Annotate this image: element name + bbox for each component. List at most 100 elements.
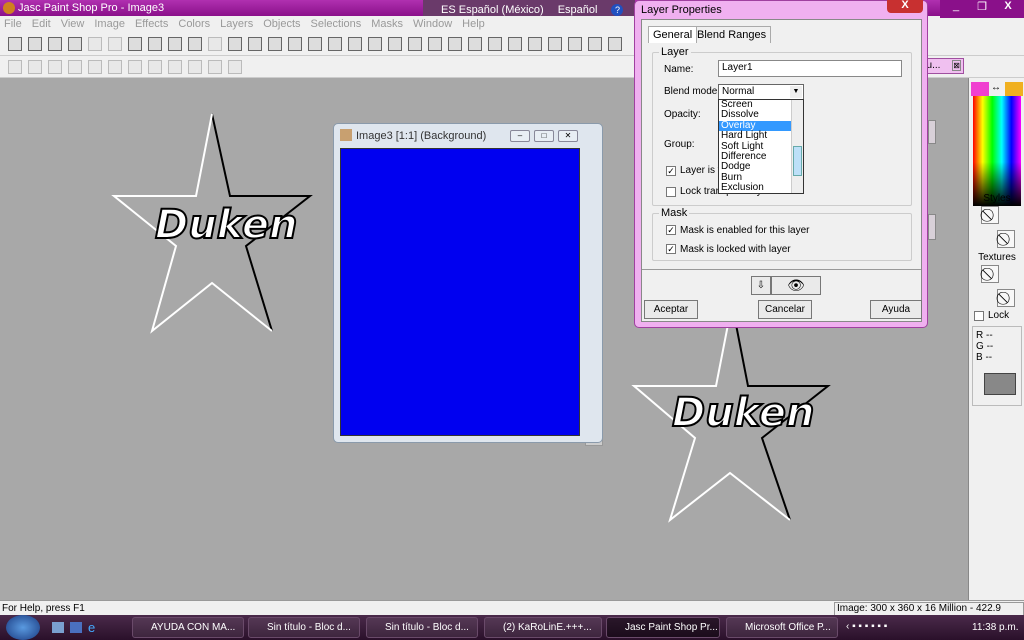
app-minimize-button[interactable]: _ — [944, 0, 968, 16]
tool-options-icon[interactable] — [248, 36, 262, 51]
freehand-tool-icon[interactable] — [508, 36, 522, 51]
no-texture-icon[interactable]: ⃠ — [981, 265, 999, 283]
no-style-icon[interactable]: ⃠ — [981, 206, 999, 224]
image-canvas[interactable] — [340, 148, 580, 436]
ok-button[interactable]: Aceptar — [644, 300, 698, 319]
new-icon[interactable] — [8, 36, 22, 51]
overview-icon[interactable] — [228, 36, 242, 51]
color-palette-icon[interactable] — [268, 36, 282, 51]
blend-option[interactable]: Exclusion — [719, 182, 791, 193]
minimize-button[interactable]: – — [510, 130, 530, 142]
arrow-tool-icon[interactable] — [388, 36, 402, 51]
eyedropper-icon[interactable] — [528, 36, 542, 51]
task-notepad-1[interactable]: Sin título - Bloc d... — [248, 617, 360, 638]
dropdown-scrollbar[interactable] — [791, 100, 803, 193]
menu-help[interactable]: Help — [462, 16, 485, 32]
group-icon[interactable] — [128, 59, 142, 74]
close-icon[interactable]: ⊠ — [952, 60, 961, 71]
menu-effects[interactable]: Effects — [135, 16, 168, 32]
language-label[interactable]: ES Español (México) — [441, 4, 544, 16]
menu-selections[interactable]: Selections — [311, 16, 362, 32]
menu-layers[interactable]: Layers — [220, 16, 253, 32]
zoom-tool-icon[interactable] — [408, 36, 422, 51]
tab-general[interactable]: General — [648, 26, 698, 43]
clock[interactable]: 11:38 p.m. — [972, 622, 1019, 633]
menu-colors[interactable]: Colors — [178, 16, 210, 32]
new-raster-layer-icon[interactable] — [8, 59, 22, 74]
save-mask-icon[interactable] — [188, 59, 202, 74]
blend-mode-select[interactable]: Normal ▼ — [718, 84, 804, 100]
maximize-button[interactable]: □ — [534, 130, 554, 142]
swap-colors-icon[interactable]: ↔ — [991, 82, 1001, 93]
lock-checkbox[interactable] — [974, 311, 984, 321]
histogram-icon[interactable] — [288, 36, 302, 51]
duplicate-layer-icon[interactable] — [48, 59, 62, 74]
redo-icon[interactable] — [108, 36, 122, 51]
help-icon[interactable]: ? — [611, 4, 624, 16]
layer-visible-checkbox[interactable]: ✓ — [666, 166, 676, 176]
load-icon[interactable] — [208, 59, 222, 74]
open-mask-icon[interactable] — [168, 59, 182, 74]
no-style-icon[interactable]: ⃠ — [997, 230, 1015, 248]
color-spectrum[interactable] — [973, 96, 1021, 206]
layer-palette-icon[interactable] — [308, 36, 322, 51]
app-restore-button[interactable]: ❐ — [970, 0, 994, 16]
clone-brush-icon[interactable] — [588, 36, 602, 51]
foreground-swatch[interactable] — [971, 82, 989, 96]
script-icon[interactable] — [328, 36, 342, 51]
link-icon[interactable]: ⇩ — [751, 276, 771, 295]
transparent-swatch[interactable] — [984, 373, 1016, 395]
full-screen-icon[interactable] — [188, 36, 202, 51]
menu-file[interactable]: File — [4, 16, 22, 32]
task-office[interactable]: Microsoft Office P... — [726, 617, 838, 638]
lock-icon[interactable] — [368, 36, 382, 51]
background-swatch[interactable] — [1005, 82, 1023, 96]
crop-tool-icon[interactable] — [448, 36, 462, 51]
merge-icon[interactable] — [108, 59, 122, 74]
menu-image[interactable]: Image — [94, 16, 125, 32]
paste-icon[interactable] — [168, 36, 182, 51]
close-button[interactable]: ✕ — [558, 130, 578, 142]
task-messenger[interactable]: (2) KaRoLinE.+++... — [484, 617, 602, 638]
menu-window[interactable]: Window — [413, 16, 452, 32]
menu-edit[interactable]: Edit — [32, 16, 51, 32]
save-icon[interactable] — [48, 36, 62, 51]
eye-icon[interactable]: 👁 — [771, 276, 821, 295]
move-tool-icon[interactable] — [468, 36, 482, 51]
blend-mode-dropdown[interactable]: Screen Dissolve Overlay Hard Light Soft … — [718, 99, 804, 194]
mask-enabled-checkbox[interactable]: ✓ — [666, 225, 676, 235]
start-button[interactable] — [6, 615, 40, 640]
chevron-down-icon[interactable]: ▼ — [790, 86, 802, 98]
menu-view[interactable]: View — [61, 16, 85, 32]
image-window[interactable]: Image3 [1:1] (Background) – □ ✕ — [333, 123, 603, 443]
dropper-icon[interactable] — [548, 36, 562, 51]
cancel-button[interactable]: Cancelar — [758, 300, 812, 319]
tab-blend-ranges[interactable]: Blend Ranges — [692, 26, 772, 43]
app-close-button[interactable]: X — [996, 0, 1020, 16]
scroll-thumb[interactable] — [793, 146, 802, 176]
deform-tool-icon[interactable] — [428, 36, 442, 51]
browse-icon[interactable] — [208, 36, 222, 51]
mask-icon[interactable] — [148, 59, 162, 74]
print-icon[interactable] — [68, 36, 82, 51]
switch-windows-icon[interactable] — [70, 622, 82, 633]
name-field[interactable]: Layer1 — [718, 60, 902, 77]
lock-layer-icon[interactable] — [228, 59, 242, 74]
menu-objects[interactable]: Objects — [263, 16, 300, 32]
copy-icon[interactable] — [148, 36, 162, 51]
color-replacer-icon[interactable] — [608, 36, 622, 51]
paintbrush-icon[interactable] — [568, 36, 582, 51]
blend-option[interactable]: Hard Light — [719, 130, 791, 141]
mask-locked-checkbox[interactable]: ✓ — [666, 244, 676, 254]
lock-transparency-checkbox[interactable] — [666, 187, 676, 197]
task-paint-shop-pro[interactable]: Jasc Paint Shop Pr... — [606, 617, 720, 638]
tray-icons[interactable]: ‹ ▪ ▪ ▪ ▪ ▪ ▪ — [846, 621, 887, 632]
task-notepad-2[interactable]: Sin título - Bloc d... — [366, 617, 478, 638]
layer-icon[interactable] — [68, 59, 82, 74]
ie-icon[interactable]: e — [88, 620, 95, 635]
keyboard-label[interactable]: Español — [558, 4, 598, 16]
dialog-close-button[interactable]: X — [887, 0, 923, 13]
no-texture-icon[interactable]: ⃠ — [997, 289, 1015, 307]
menu-masks[interactable]: Masks — [371, 16, 403, 32]
undo-icon[interactable] — [88, 36, 102, 51]
